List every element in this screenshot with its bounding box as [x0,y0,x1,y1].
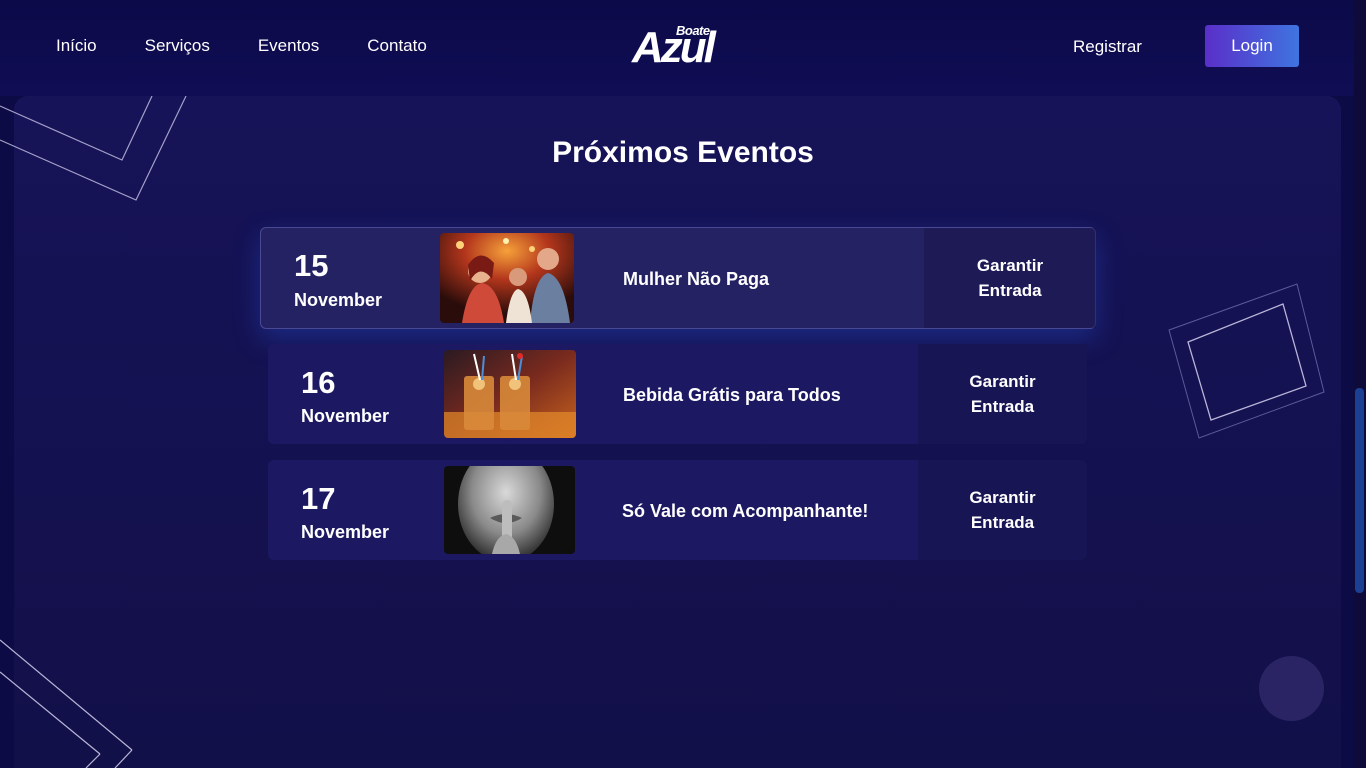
garantir-entrada-button[interactable]: Garantir Entrada [918,344,1087,444]
nav-eventos[interactable]: Eventos [258,36,319,56]
party-crowd-image [440,233,574,323]
boate-azul-logo[interactable]: Boate Azul [632,22,726,70]
event-day: 16 [301,365,336,400]
button-label-line2: Entrada [978,281,1042,300]
floating-action-button[interactable] [1259,656,1324,721]
button-label-line1: Garantir [969,488,1036,507]
scrollbar-track[interactable] [1354,0,1366,768]
logo-main-text: Azul [632,23,716,72]
event-day: 17 [301,481,336,516]
event-card[interactable]: 15 November Mulher Não Paga Garantir Ent… [260,227,1096,329]
nav-contato[interactable]: Contato [367,36,427,56]
event-month: November [301,522,390,542]
event-name: Só Vale com Acompanhante! [622,501,869,521]
event-month: November [301,406,390,426]
button-label-line1: Garantir [969,372,1036,391]
garantir-entrada-button[interactable]: Garantir Entrada [918,460,1087,560]
nav-servicos[interactable]: Serviços [145,36,210,56]
event-month: November [294,290,383,310]
nav-inicio[interactable]: Início [56,36,97,56]
event-name: Bebida Grátis para Todos [623,385,841,405]
garantir-entrada-button[interactable]: Garantir Entrada [924,228,1096,328]
site-header: Início Serviços Eventos Contato Boate Az… [0,0,1366,96]
button-label-line2: Entrada [970,513,1035,532]
event-card[interactable]: 16 November Bebida Grátis para Todos Gar… [268,344,1087,444]
main-nav: Início Serviços Eventos Contato [56,36,475,56]
button-label-line2: Entrada [970,397,1035,416]
scrollbar-thumb[interactable] [1355,388,1364,593]
woman-shush-image [444,466,575,554]
event-card[interactable]: 17 November Só Vale com Acompanhante! Ga… [268,460,1087,560]
event-day: 15 [294,248,329,283]
button-label-line1: Garantir [976,256,1044,275]
register-link[interactable]: Registrar [1073,37,1142,57]
cocktails-image [444,350,576,438]
page-title: Próximos Eventos [552,136,814,169]
login-button[interactable]: Login [1205,25,1299,67]
event-name: Mulher Não Paga [623,269,770,289]
